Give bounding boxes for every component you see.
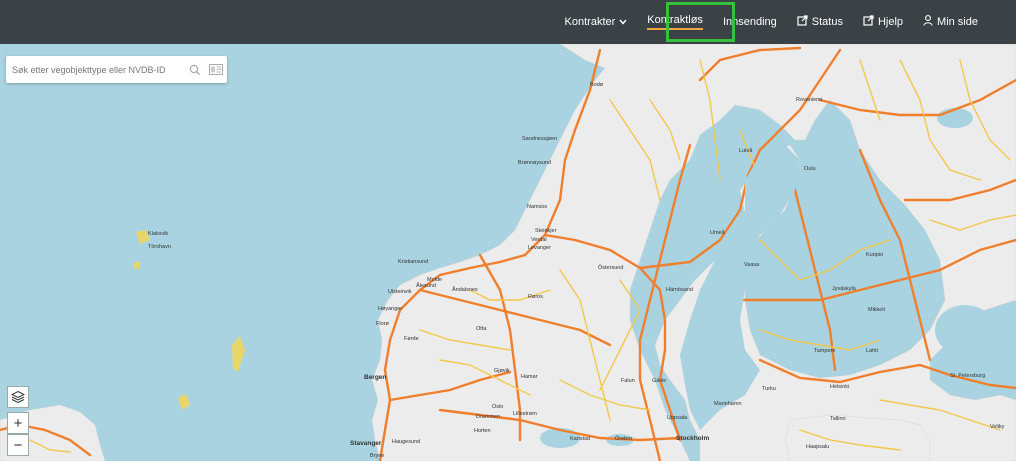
label-lulea: Luleå — [739, 147, 753, 154]
external-link-icon — [863, 15, 874, 29]
label-uppsala: Uppsala — [667, 415, 688, 421]
land-estonia — [784, 414, 931, 461]
label-vaasa: Vaasa — [744, 262, 760, 268]
external-link-icon — [797, 15, 808, 29]
nav-innsending-label: Innsending — [722, 16, 777, 28]
label-stockholm: Stockholm — [676, 435, 709, 442]
nav-kontraktlos-label: Kontraktløs — [647, 14, 703, 30]
label-karlstad: Karlstad — [570, 436, 590, 442]
nav-min-side[interactable]: Min side — [913, 0, 988, 44]
nav-kontrakter-label: Kontrakter — [564, 16, 616, 28]
label-falun: Falun — [621, 378, 635, 384]
layers-icon[interactable] — [7, 386, 29, 408]
label-stpetersburg: St. Petersburg — [950, 373, 985, 379]
label-tallinn: Tallinn — [830, 416, 846, 422]
user-icon — [923, 15, 933, 29]
label-jyvaskyla: Jyväskylä — [832, 286, 857, 292]
nav-innsending[interactable]: Innsending — [713, 0, 787, 44]
label-floro: Florø — [376, 321, 389, 327]
label-lillestrom: Lillestrøm — [513, 411, 537, 417]
label-mariehamn: Mariehamn — [714, 401, 742, 407]
label-haugesund: Haugesund — [392, 439, 420, 445]
nav-status-label: Status — [811, 16, 843, 28]
label-kuopio: Kuopio — [866, 252, 883, 258]
label-forde: Førde — [404, 336, 419, 342]
label-umea: Umeå — [710, 229, 726, 236]
label-ulsteinvik: Ulsteinvik — [388, 289, 412, 295]
label-ostersund: Östersund — [598, 264, 623, 271]
label-hamar: Hamar — [521, 374, 538, 380]
label-sandnessjoen: Sandnessjøen — [522, 136, 557, 142]
label-bryne: Bryne — [370, 453, 384, 459]
label-turku: Turku — [762, 386, 776, 392]
label-verdal: Verdal — [531, 237, 547, 243]
search-bar — [6, 56, 227, 83]
lake-north-1 — [937, 108, 973, 128]
lake-finland-1 — [813, 308, 857, 332]
label-lahti: Lahti — [866, 348, 878, 354]
label-tampere: Tampere — [814, 348, 835, 354]
nav-hjelp[interactable]: Hjelp — [853, 0, 913, 44]
nav-status[interactable]: Status — [787, 0, 853, 44]
zoom-out-button[interactable]: − — [7, 434, 29, 456]
label-otta: Otta — [476, 326, 487, 332]
label-drammen: Drammen — [476, 414, 500, 420]
nav-min-side-label: Min side — [937, 16, 978, 28]
map-svg: Klaksvik Tórshavn Bodø Sandnessjøen Brøn… — [0, 44, 1016, 461]
bell-icon[interactable] — [988, 0, 1008, 44]
list-icon[interactable] — [205, 60, 227, 80]
label-roros: Røros — [528, 294, 543, 300]
top-navigation-bar: Kontrakter Kontraktløs Innsending Status… — [0, 0, 1016, 44]
label-rovaniemi: Rovaniemi — [796, 97, 822, 103]
label-hoyanger: Høyanger — [378, 306, 402, 312]
label-gjovik: Gjøvik — [494, 368, 510, 374]
label-levanger: Levanger — [528, 245, 551, 251]
label-klaksvik: Klaksvik — [148, 231, 168, 237]
search-icon[interactable] — [185, 60, 205, 80]
label-helsinki: Helsinki — [830, 384, 849, 390]
nav-kontraktlos[interactable]: Kontraktløs — [637, 0, 713, 44]
label-torshavn: Tórshavn — [148, 244, 171, 250]
label-oulu: Oulu — [804, 166, 816, 172]
label-haapsalu: Haapsalu — [806, 444, 829, 450]
nav-kontrakter[interactable]: Kontrakter — [555, 0, 638, 44]
label-veliky: Veliky — [990, 424, 1005, 430]
label-bergen: Bergen — [364, 374, 386, 381]
label-gavle: Gävle — [652, 378, 666, 384]
label-mikkeli: Mikkeli — [868, 307, 885, 313]
label-aalesund: Ålesund — [416, 282, 436, 289]
label-stavanger: Stavanger — [350, 440, 382, 447]
label-bodo: Bodø — [590, 82, 604, 88]
label-andalsnes: Åndalsnes — [452, 286, 478, 293]
nav-hjelp-label: Hjelp — [877, 16, 904, 28]
label-kristiansund: Kristiansund — [398, 259, 428, 265]
label-hamosand: Härnösand — [666, 287, 693, 293]
label-oslo: Oslo — [492, 404, 503, 410]
chevron-down-icon — [619, 17, 627, 27]
label-horten: Horten — [474, 428, 491, 434]
lake-finland-3 — [935, 305, 995, 355]
map-canvas[interactable]: Klaksvik Tórshavn Bodø Sandnessjøen Brøn… — [0, 44, 1016, 461]
label-steinkjer: Steinkjer — [535, 228, 557, 234]
zoom-in-button[interactable]: + — [7, 412, 29, 434]
search-input[interactable] — [6, 56, 185, 83]
label-orebro: Örebro — [615, 435, 632, 442]
label-bronnoysund: Brønnøysund — [518, 160, 551, 166]
label-namsos: Namsos — [527, 204, 547, 210]
